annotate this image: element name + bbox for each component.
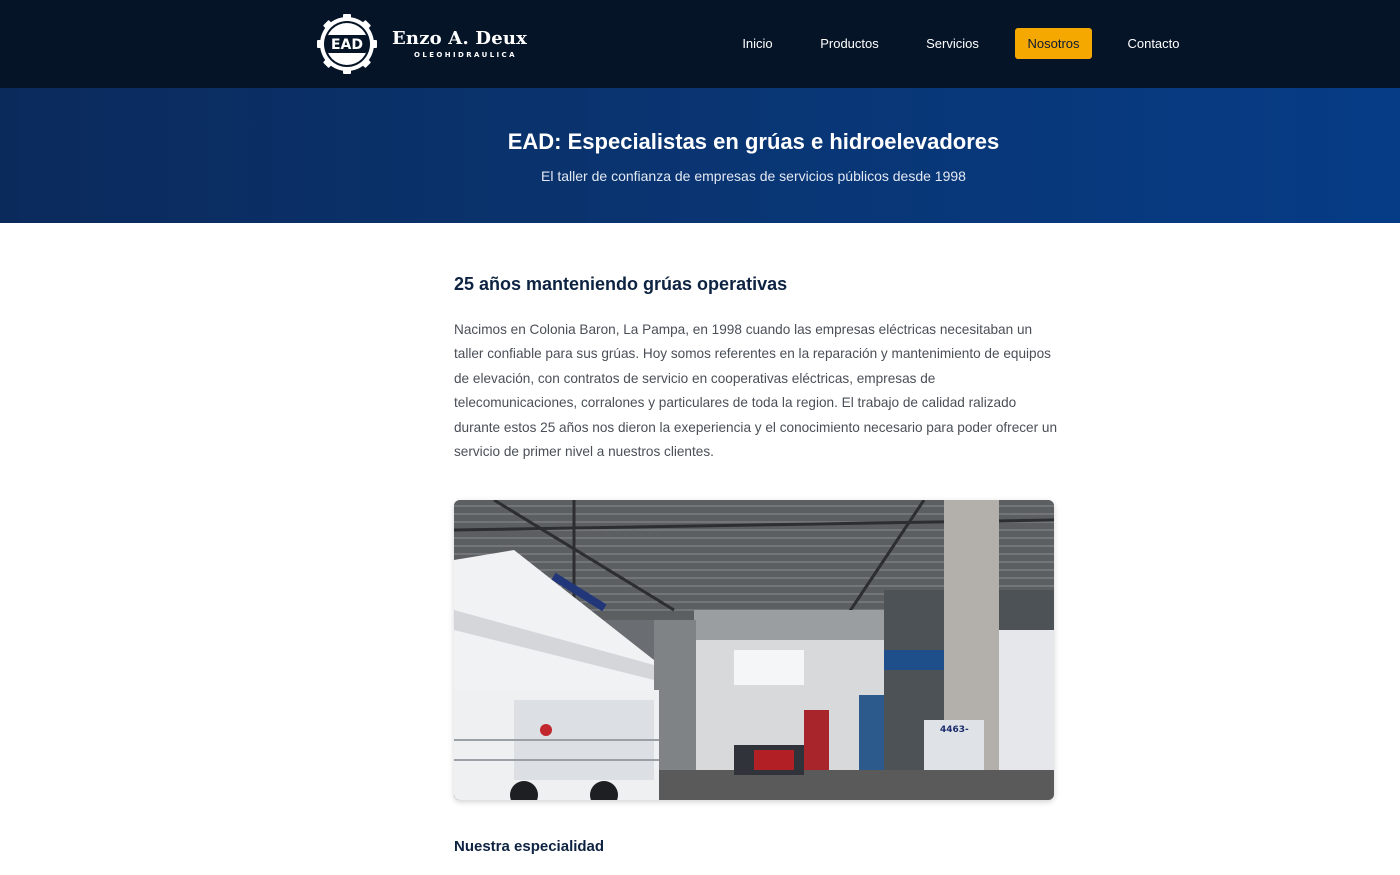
workshop-photo: 4463- [454,500,1054,800]
top-navbar: EAD Enzo A. Deux OLEOHIDRAULICA Inicio P… [0,0,1400,88]
truck-plate-label: 4463- [940,725,969,735]
nav-item-nosotros[interactable]: Nosotros [1015,28,1092,59]
intro-paragraph: Nacimos en Colonia Baron, La Pampa, en 1… [454,322,1058,460]
specialty-title: Nuestra especialidad [454,838,605,855]
section-title: 25 años manteniendo grúas operativas [454,274,788,294]
nav-item-servicios[interactable]: Servicios [912,28,993,59]
nav-item-contacto[interactable]: Contacto [1114,28,1193,59]
nav-item-inicio[interactable]: Inicio [729,28,786,59]
nav-item-productos[interactable]: Productos [806,28,893,59]
hero-banner: EAD: Especialistas en grúas e hidroeleva… [0,88,1400,223]
hero-subtitle: El taller de confianza de empresas de se… [541,168,966,184]
main-nav: Inicio Productos Servicios Nosotros Cont… [0,28,1400,59]
hero-title: EAD: Especialistas en grúas e hidroeleva… [507,129,1000,154]
